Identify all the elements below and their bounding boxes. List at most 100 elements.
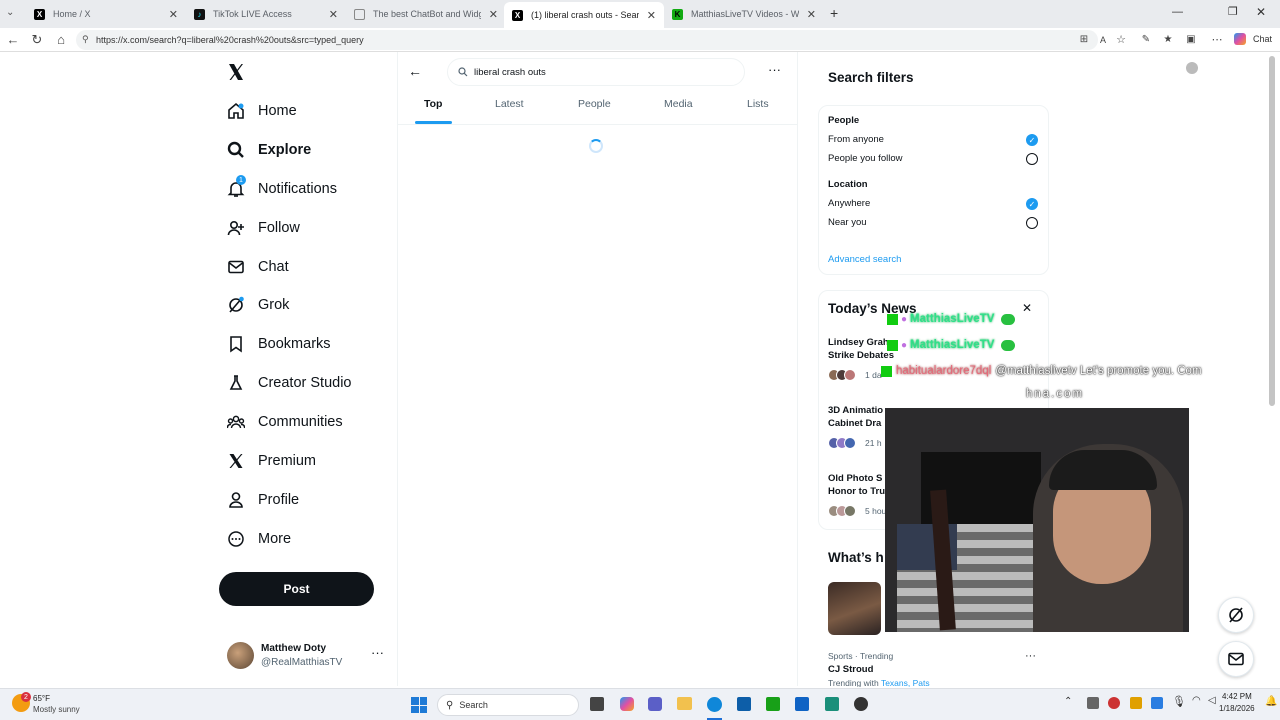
store-icon[interactable]: [737, 697, 751, 711]
search-input[interactable]: liberal crash outs: [447, 58, 745, 86]
extensions-icon[interactable]: ✎: [1138, 32, 1154, 48]
minimize-icon[interactable]: —: [1172, 6, 1183, 18]
search-options-icon[interactable]: ···: [768, 62, 781, 77]
x-favicon-icon: X: [512, 9, 523, 21]
communities-icon: [226, 412, 246, 432]
nav-explore[interactable]: Explore: [226, 136, 311, 164]
browser-tab-matthias[interactable]: K MatthiasLiveTV Videos - Watch Or ✕: [664, 3, 824, 25]
nav-premium[interactable]: Premium: [226, 447, 316, 475]
obs-icon[interactable]: [854, 697, 868, 711]
tray-app-icon[interactable]: [1087, 697, 1099, 709]
search-icon: [458, 67, 468, 77]
taskbar-search[interactable]: ⚲ Search: [437, 694, 579, 716]
tray-app-icon[interactable]: [1151, 697, 1163, 709]
tab-latest[interactable]: Latest: [495, 98, 524, 124]
nav-home[interactable]: Home: [226, 97, 297, 125]
trend-title[interactable]: CJ Stroud: [828, 664, 873, 675]
window-close-icon[interactable]: ✕: [1256, 5, 1266, 19]
more-dots-icon[interactable]: ···: [371, 645, 384, 660]
read-aloud-icon[interactable]: A: [1095, 32, 1111, 48]
search-icon: [226, 140, 246, 160]
favorite-star-icon[interactable]: ☆: [1113, 32, 1129, 48]
file-explorer-icon[interactable]: [677, 697, 692, 710]
profile-avatar-icon[interactable]: [1186, 62, 1198, 74]
close-icon[interactable]: ✕: [647, 9, 656, 22]
news-headline: Cabinet Dra: [828, 418, 882, 429]
close-icon[interactable]: ✕: [1022, 301, 1032, 315]
nav-communities[interactable]: Communities: [226, 408, 343, 436]
news-headline: Old Photo S: [828, 473, 883, 484]
trend-thumbnail[interactable]: [828, 582, 881, 635]
teams-icon[interactable]: [648, 697, 662, 711]
nav-chat[interactable]: Chat: [226, 253, 289, 281]
refresh-icon[interactable]: ↻: [29, 32, 45, 48]
settings-more-icon[interactable]: ⋯: [1209, 32, 1225, 48]
browser-tab-home[interactable]: X Home / X ✕: [26, 3, 186, 25]
close-icon[interactable]: ✕: [807, 8, 816, 21]
filter-near-you-radio[interactable]: [1026, 217, 1038, 229]
nav-notifications[interactable]: 1 Notifications: [226, 175, 337, 203]
grok-float-button[interactable]: [1218, 597, 1254, 633]
copilot-icon[interactable]: [1234, 33, 1246, 45]
people-heading: People: [828, 115, 860, 126]
browser-tab-strip: ⌄ X Home / X ✕ ♪ TikTok LIVE Access ✕ Th…: [0, 0, 1280, 28]
nav-more[interactable]: More: [226, 525, 291, 553]
trend-more-icon[interactable]: ···: [1025, 650, 1036, 662]
tray-app-icon[interactable]: [1108, 697, 1120, 709]
notifications-icon[interactable]: 🔔: [1265, 696, 1277, 707]
tray-overflow-icon[interactable]: ⌃: [1064, 696, 1072, 707]
edge-icon[interactable]: [707, 697, 722, 712]
close-icon[interactable]: ✕: [489, 8, 498, 21]
trend-meta-links[interactable]: Texans, Pats: [881, 678, 930, 687]
nav-bookmarks[interactable]: Bookmarks: [226, 330, 331, 358]
browser-tab-search[interactable]: X (1) liberal crash outs - Search / X ✕: [504, 2, 664, 28]
copilot-chat-button[interactable]: Chat: [1253, 34, 1272, 44]
close-icon[interactable]: ✕: [329, 8, 338, 21]
messages-float-button[interactable]: [1218, 641, 1254, 677]
restore-icon[interactable]: ❐: [1228, 5, 1238, 18]
outlook-icon[interactable]: [795, 697, 809, 711]
nav-creator-studio[interactable]: Creator Studio: [226, 369, 352, 397]
nav-profile[interactable]: Profile: [226, 486, 299, 514]
x-logo-icon[interactable]: [226, 62, 246, 82]
url-field[interactable]: ⚲ https://x.com/search?q=liberal%20crash…: [76, 30, 1098, 50]
account-switcher[interactable]: Matthew Doty @RealMatthiasTV ···: [226, 641, 406, 673]
account-handle: @RealMatthiasTV: [261, 657, 343, 668]
app-available-icon[interactable]: ⊞: [1076, 32, 1092, 48]
copilot-taskbar-icon[interactable]: [620, 697, 634, 711]
page-scrollbar[interactable]: [1269, 56, 1275, 406]
browser-tab-chatbot[interactable]: The best ChatBot and Widgets for ✕: [346, 3, 506, 25]
tab-lists[interactable]: Lists: [747, 98, 769, 124]
site-info-icon[interactable]: ⚲: [82, 34, 89, 45]
tray-app-icon[interactable]: [1130, 697, 1142, 709]
new-tab-icon[interactable]: +: [830, 5, 838, 21]
close-icon[interactable]: ✕: [169, 8, 178, 21]
tab-actions-icon[interactable]: ⌄: [6, 7, 14, 18]
post-button[interactable]: Post: [219, 572, 374, 606]
microphone-icon[interactable]: 🎙: [1172, 695, 1186, 708]
bookmark-icon: [226, 334, 246, 354]
nav-follow[interactable]: Follow: [226, 214, 300, 242]
filter-anywhere-radio[interactable]: ✓: [1026, 198, 1038, 210]
task-view-icon[interactable]: [590, 697, 604, 711]
filter-from-anyone-radio[interactable]: ✓: [1026, 134, 1038, 146]
kick-taskbar-icon[interactable]: [766, 697, 780, 711]
kick-icon: [887, 339, 898, 351]
start-icon[interactable]: [411, 697, 427, 713]
home-browser-icon[interactable]: ⌂: [53, 32, 69, 48]
tab-media[interactable]: Media: [664, 98, 693, 124]
clock-time[interactable]: 4:42 PM: [1222, 692, 1252, 701]
nav-grok[interactable]: Grok: [226, 291, 289, 319]
tab-people[interactable]: People: [578, 98, 611, 124]
favorites-icon[interactable]: ★: [1160, 32, 1176, 48]
back-arrow-icon[interactable]: ←: [408, 63, 422, 79]
back-icon[interactable]: ←: [5, 32, 21, 48]
filter-people-you-follow-radio[interactable]: [1026, 153, 1038, 165]
notepad-icon[interactable]: [825, 697, 839, 711]
wifi-icon[interactable]: ◠: [1192, 695, 1201, 706]
wallet-icon[interactable]: ▣: [1183, 32, 1199, 48]
advanced-search-link[interactable]: Advanced search: [828, 254, 901, 265]
clock-date[interactable]: 1/18/2026: [1219, 704, 1255, 713]
volume-icon[interactable]: ◁: [1208, 695, 1216, 706]
browser-tab-tiktok[interactable]: ♪ TikTok LIVE Access ✕: [186, 3, 346, 25]
